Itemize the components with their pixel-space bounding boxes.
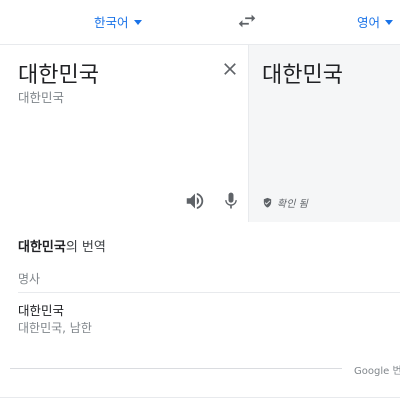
translation-panes: 대한민국 대한민국 대한민국 확인 됨 (0, 44, 400, 222)
listen-button[interactable] (184, 190, 206, 212)
heading-suffix: 의 번역 (65, 240, 106, 255)
target-language-selector[interactable]: 영어 (357, 12, 394, 31)
chevron-down-icon (385, 20, 394, 25)
translation-entry-synonyms: 대한민국, 남한 (18, 321, 92, 335)
chevron-down-icon (133, 20, 142, 25)
divider (18, 292, 400, 293)
translations-heading: 대한민국의 번역 (18, 236, 106, 255)
source-text-input[interactable]: 대한민국 (18, 57, 99, 89)
verified-check-icon (263, 197, 272, 208)
close-icon (224, 63, 236, 75)
target-pane: 대한민국 확인 됨 (248, 45, 400, 222)
clear-input-button[interactable] (220, 59, 240, 79)
bottom-divider (0, 397, 400, 398)
speaker-icon (186, 192, 204, 210)
swap-languages-button[interactable] (236, 10, 258, 32)
source-pane[interactable]: 대한민국 대한민국 (0, 45, 248, 222)
source-transliteration: 대한민국 (18, 90, 65, 105)
google-translate-link[interactable]: Google 번역 (354, 362, 400, 377)
source-language-label: 한국어 (94, 15, 129, 30)
translation-entry-word[interactable]: 대한민국 (18, 300, 64, 319)
source-language-selector[interactable]: 한국어 (94, 12, 142, 31)
voice-input-button[interactable] (221, 190, 241, 212)
verified-label: 확인 됨 (277, 199, 308, 210)
part-of-speech: 명사 (18, 272, 41, 286)
target-language-label: 영어 (357, 15, 381, 30)
heading-word: 대한민국 (18, 240, 66, 255)
swap-languages-icon (238, 14, 256, 28)
verified-badge[interactable]: 확인 됨 (262, 195, 308, 210)
mic-icon (225, 192, 237, 209)
footer-divider (10, 368, 342, 369)
language-bar: 한국어 영어 (0, 0, 400, 44)
translated-text: 대한민국 (262, 63, 343, 88)
